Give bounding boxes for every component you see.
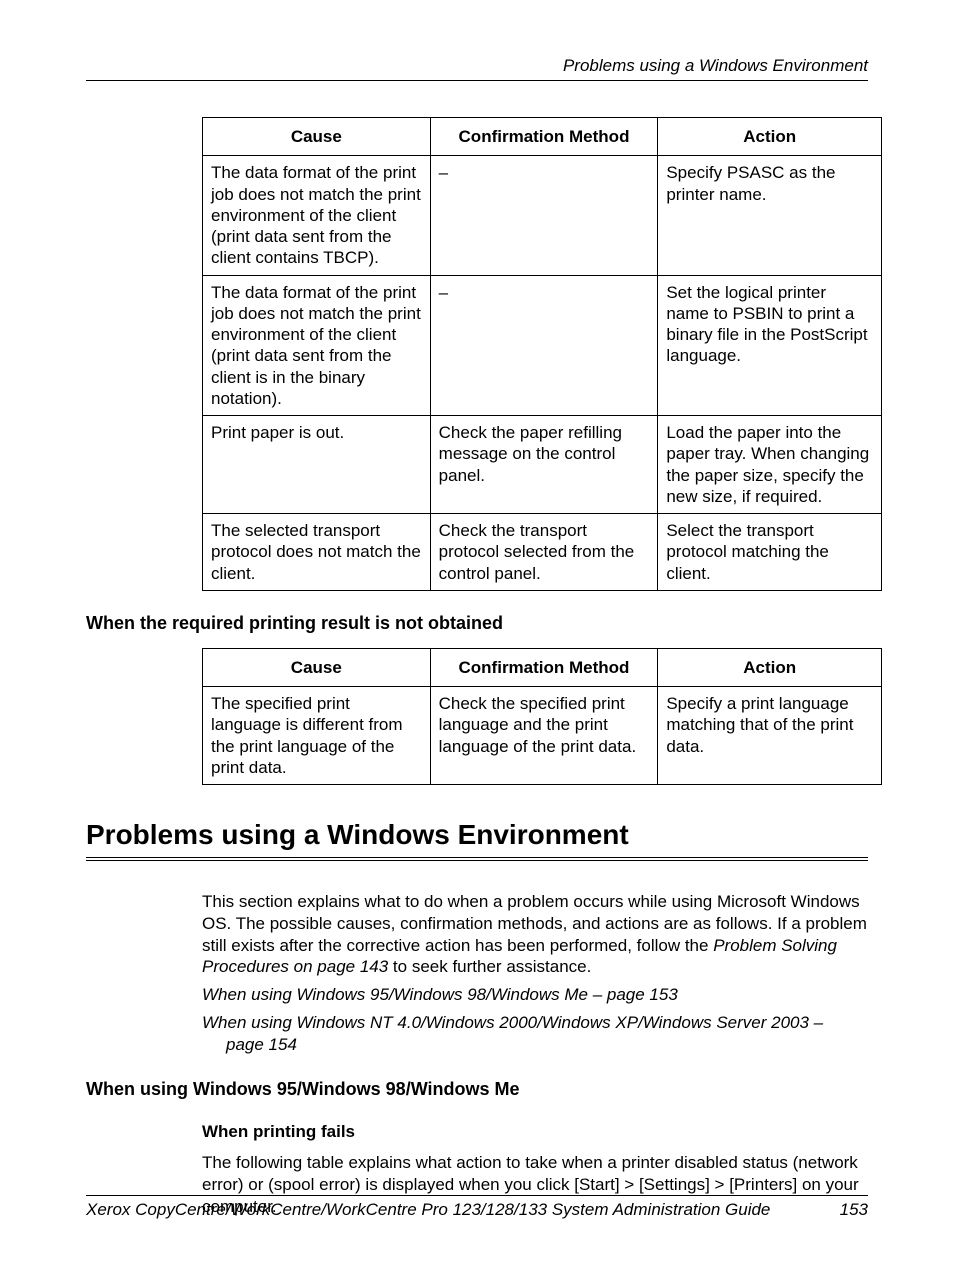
- subsub-printing-fails: When printing fails: [202, 1122, 868, 1142]
- t1-h-action: Action: [658, 118, 882, 156]
- t1-r2-conf: Check the paper refilling message on the…: [430, 416, 658, 514]
- ref-winnt-line2: page 154: [202, 1034, 868, 1056]
- t1-r1-conf: –: [430, 275, 658, 416]
- t2-h-cause: Cause: [203, 648, 431, 686]
- section-title: Problems using a Windows Environment: [86, 819, 868, 855]
- t2-h-confirmation: Confirmation Method: [430, 648, 658, 686]
- t1-r0-cause: The data format of the print job does no…: [203, 156, 431, 275]
- subheading-result-not-obtained: When the required printing result is not…: [86, 613, 868, 634]
- t1-r3-action: Select the transport protocol matching t…: [658, 514, 882, 591]
- t1-h-confirmation: Confirmation Method: [430, 118, 658, 156]
- ref-win9x: When using Windows 95/Windows 98/Windows…: [202, 984, 868, 1006]
- t2-r0-action: Specify a print language matching that o…: [658, 687, 882, 785]
- intro-paragraph: This section explains what to do when a …: [202, 891, 868, 978]
- t2-h-action: Action: [658, 648, 882, 686]
- t1-r3-cause: The selected transport protocol does not…: [203, 514, 431, 591]
- section-rule: [86, 857, 868, 861]
- intro-p1c: to seek further assistance.: [388, 957, 591, 976]
- t1-r3-conf: Check the transport protocol selected fr…: [430, 514, 658, 591]
- footer-title: Xerox CopyCentre/WorkCentre/WorkCentre P…: [86, 1200, 770, 1220]
- t1-r2-cause: Print paper is out.: [203, 416, 431, 514]
- troubleshoot-table-2: Cause Confirmation Method Action The spe…: [202, 648, 882, 785]
- page-footer: Xerox CopyCentre/WorkCentre/WorkCentre P…: [86, 1195, 868, 1220]
- t2-r0-conf: Check the specified print language and t…: [430, 687, 658, 785]
- t1-r1-cause: The data format of the print job does no…: [203, 275, 431, 416]
- t2-r0-cause: The specified print language is differen…: [203, 687, 431, 785]
- footer-page-number: 153: [840, 1200, 868, 1220]
- running-header: Problems using a Windows Environment: [86, 56, 868, 81]
- t1-r0-action: Specify PSASC as the printer name.: [658, 156, 882, 275]
- t1-r2-action: Load the paper into the paper tray. When…: [658, 416, 882, 514]
- table-row: The data format of the print job does no…: [203, 275, 882, 416]
- ref-winnt-line1: When using Windows NT 4.0/Windows 2000/W…: [202, 1012, 868, 1034]
- table-row: The data format of the print job does no…: [203, 156, 882, 275]
- t1-r0-conf: –: [430, 156, 658, 275]
- t1-h-cause: Cause: [203, 118, 431, 156]
- table-row: The specified print language is differen…: [203, 687, 882, 785]
- table-row: Print paper is out. Check the paper refi…: [203, 416, 882, 514]
- troubleshoot-table-1: Cause Confirmation Method Action The dat…: [202, 117, 882, 591]
- table-row: The selected transport protocol does not…: [203, 514, 882, 591]
- intro-block: This section explains what to do when a …: [202, 891, 868, 1055]
- subheading-win9x: When using Windows 95/Windows 98/Windows…: [86, 1079, 868, 1100]
- t1-r1-action: Set the logical printer name to PSBIN to…: [658, 275, 882, 416]
